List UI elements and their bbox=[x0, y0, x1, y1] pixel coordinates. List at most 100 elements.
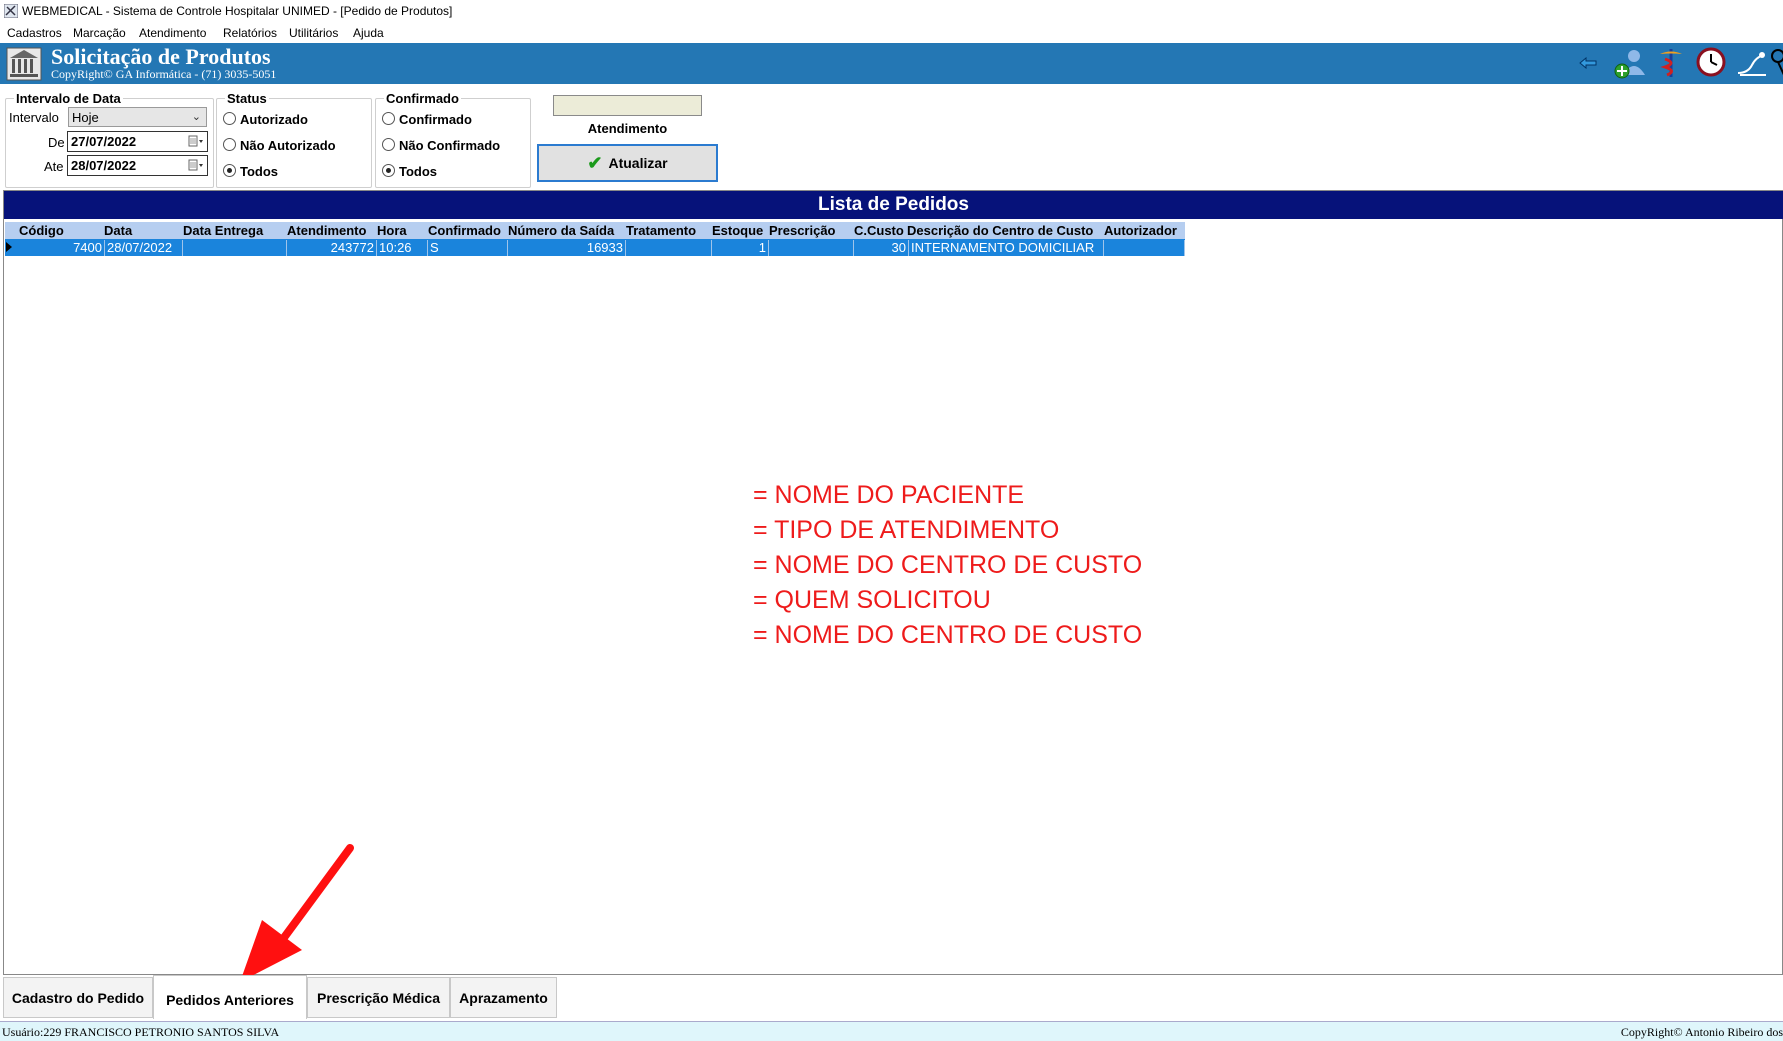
add-user-icon[interactable] bbox=[1613, 47, 1647, 79]
cell-estoque: 1 bbox=[712, 240, 769, 256]
radio-label: Todos bbox=[399, 164, 438, 179]
refresh-button[interactable]: ✔ Atualizar bbox=[537, 144, 718, 182]
annotation-line: = NOME DO PACIENTE bbox=[753, 481, 1025, 509]
date-interval-title: Intervalo de Data bbox=[14, 91, 123, 106]
menu-atendimento[interactable]: Atendimento bbox=[139, 26, 206, 40]
radio-label: Não Confirmado bbox=[399, 138, 501, 153]
annotation-line: = QUEM SOLICITOU bbox=[753, 586, 991, 614]
column-header[interactable]: Data Entrega bbox=[183, 223, 286, 238]
header-banner: Solicitação de Produtos CopyRight© GA In… bbox=[0, 43, 1783, 84]
cell-confirmado: S bbox=[428, 240, 508, 256]
annotation-line: = TIPO DE ATENDIMENTO bbox=[753, 516, 1060, 544]
annotation-line: = NOME DO CENTRO DE CUSTO bbox=[753, 551, 1143, 579]
menu-ajuda[interactable]: Ajuda bbox=[353, 26, 384, 40]
status-radio-autorizado[interactable]: Autorizado bbox=[223, 112, 308, 127]
status-bar: Usuário:229 FRANCISCO PETRONIO SANTOS SI… bbox=[0, 1021, 1783, 1041]
to-date-field[interactable]: 28/07/2022 bbox=[67, 155, 208, 176]
menu-bar: Cadastros Marcação Atendimento Relatório… bbox=[0, 23, 1783, 43]
back-arrow-icon[interactable] bbox=[1579, 57, 1597, 69]
calendar-dropdown-icon[interactable] bbox=[188, 135, 204, 148]
radio-label: Confirmado bbox=[399, 112, 472, 127]
title-bar: WEBMEDICAL - Sistema de Controle Hospita… bbox=[0, 0, 1783, 22]
column-header[interactable]: Número da Saída bbox=[508, 223, 624, 238]
tab-aprazamento[interactable]: Aprazamento bbox=[450, 977, 557, 1018]
cell-atendimento: 243772 bbox=[287, 240, 377, 256]
column-header[interactable]: C.Custo bbox=[854, 223, 908, 238]
tab-pedidos-anteriores[interactable]: Pedidos Anteriores bbox=[153, 975, 307, 1019]
status-copyright: CopyRight© Antonio Ribeiro dos bbox=[1620, 1025, 1783, 1039]
cell-numero-saida: 16933 bbox=[508, 240, 626, 256]
column-header[interactable]: Confirmado bbox=[428, 223, 508, 238]
cell-autorizador bbox=[1104, 240, 1185, 256]
exit-icon[interactable] bbox=[1736, 47, 1768, 77]
grid-header: Código Data Data Entrega Atendimento Hor… bbox=[5, 222, 1185, 239]
cell-codigo: 7400 bbox=[13, 240, 105, 256]
caduceus-icon[interactable] bbox=[1657, 47, 1685, 79]
atendimento-input[interactable] bbox=[553, 95, 702, 116]
column-header[interactable]: Autorizador bbox=[1104, 223, 1185, 238]
cell-data: 28/07/2022 bbox=[105, 240, 183, 256]
menu-utilitarios[interactable]: Utilitários bbox=[289, 26, 338, 40]
radio-selected-icon bbox=[223, 164, 236, 177]
annotation-line: = NOME DO CENTRO DE CUSTO bbox=[753, 621, 1143, 649]
radio-icon bbox=[223, 138, 236, 151]
column-header[interactable]: Código bbox=[19, 223, 97, 238]
list-title: Lista de Pedidos bbox=[4, 191, 1783, 219]
status-radio-todos[interactable]: Todos bbox=[223, 164, 278, 179]
confirmed-title: Confirmado bbox=[384, 91, 461, 106]
table-row[interactable]: 7400 28/07/2022 243772 10:26 S 16933 1 3… bbox=[5, 239, 1185, 256]
confirmed-radio-confirmado[interactable]: Confirmado bbox=[382, 112, 472, 127]
window-title: WEBMEDICAL - Sistema de Controle Hospita… bbox=[22, 4, 453, 18]
radio-label: Não Autorizado bbox=[240, 138, 336, 153]
radio-selected-icon bbox=[382, 164, 395, 177]
tab-cadastro-pedido[interactable]: Cadastro do Pedido bbox=[3, 977, 153, 1018]
confirmed-radio-nao-confirmado[interactable]: Não Confirmado bbox=[382, 138, 500, 153]
radio-icon bbox=[382, 112, 395, 125]
radio-icon bbox=[223, 112, 236, 125]
tab-prescricao-medica[interactable]: Prescrição Médica bbox=[307, 977, 450, 1018]
interval-select[interactable]: Hoje ⌄ bbox=[68, 107, 207, 127]
radio-label: Autorizado bbox=[240, 112, 308, 127]
refresh-button-label: Atualizar bbox=[608, 155, 668, 171]
menu-cadastros[interactable]: Cadastros bbox=[7, 26, 62, 40]
radio-label: Todos bbox=[240, 164, 279, 179]
from-label: De bbox=[48, 135, 65, 150]
interval-label: Intervalo bbox=[9, 110, 59, 125]
from-date-field[interactable]: 27/07/2022 bbox=[67, 131, 208, 152]
column-header[interactable]: Hora bbox=[377, 223, 431, 238]
building-logo-icon bbox=[6, 47, 42, 81]
to-date-value: 28/07/2022 bbox=[71, 158, 137, 173]
row-pointer-icon bbox=[6, 242, 12, 252]
page-subtitle: CopyRight© GA Informática - (71) 3035-50… bbox=[51, 67, 277, 81]
menu-marcacao[interactable]: Marcação bbox=[73, 26, 126, 40]
radio-icon bbox=[382, 138, 395, 151]
clock-icon[interactable] bbox=[1696, 47, 1726, 77]
confirmed-radio-todos[interactable]: Todos bbox=[382, 164, 437, 179]
status-radio-nao-autorizado[interactable]: Não Autorizado bbox=[223, 138, 336, 153]
orders-list-panel bbox=[3, 190, 1783, 975]
check-icon: ✔ bbox=[587, 153, 603, 173]
cell-data-entrega bbox=[183, 240, 287, 256]
cell-descricao-centro-custo: INTERNAMENTO DOMICILIAR bbox=[909, 240, 1104, 256]
column-header[interactable]: Prescrição bbox=[769, 223, 853, 238]
column-header[interactable]: Tratamento bbox=[626, 223, 712, 238]
banner-toolbar bbox=[1553, 47, 1783, 81]
chevron-down-icon: ⌄ bbox=[191, 111, 201, 123]
app-icon bbox=[4, 4, 18, 18]
status-user: Usuário:229 FRANCISCO PETRONIO SANTOS SI… bbox=[2, 1025, 280, 1039]
key-icon[interactable] bbox=[1771, 47, 1783, 77]
calendar-dropdown-icon[interactable] bbox=[188, 159, 204, 172]
column-header[interactable]: Estoque bbox=[712, 223, 769, 238]
atendimento-label: Atendimento bbox=[587, 121, 668, 136]
from-date-value: 27/07/2022 bbox=[71, 134, 137, 149]
cell-tratamento bbox=[626, 240, 712, 256]
cell-ccusto: 30 bbox=[854, 240, 909, 256]
column-header[interactable]: Descrição do Centro de Custo bbox=[907, 223, 1104, 238]
column-header[interactable]: Data bbox=[104, 223, 182, 238]
to-label: Ate bbox=[44, 159, 64, 174]
column-header[interactable]: Atendimento bbox=[287, 223, 377, 238]
menu-relatorios[interactable]: Relatórios bbox=[223, 26, 277, 40]
cell-prescricao bbox=[769, 240, 854, 256]
status-title: Status bbox=[225, 91, 269, 106]
cell-hora: 10:26 bbox=[377, 240, 428, 256]
